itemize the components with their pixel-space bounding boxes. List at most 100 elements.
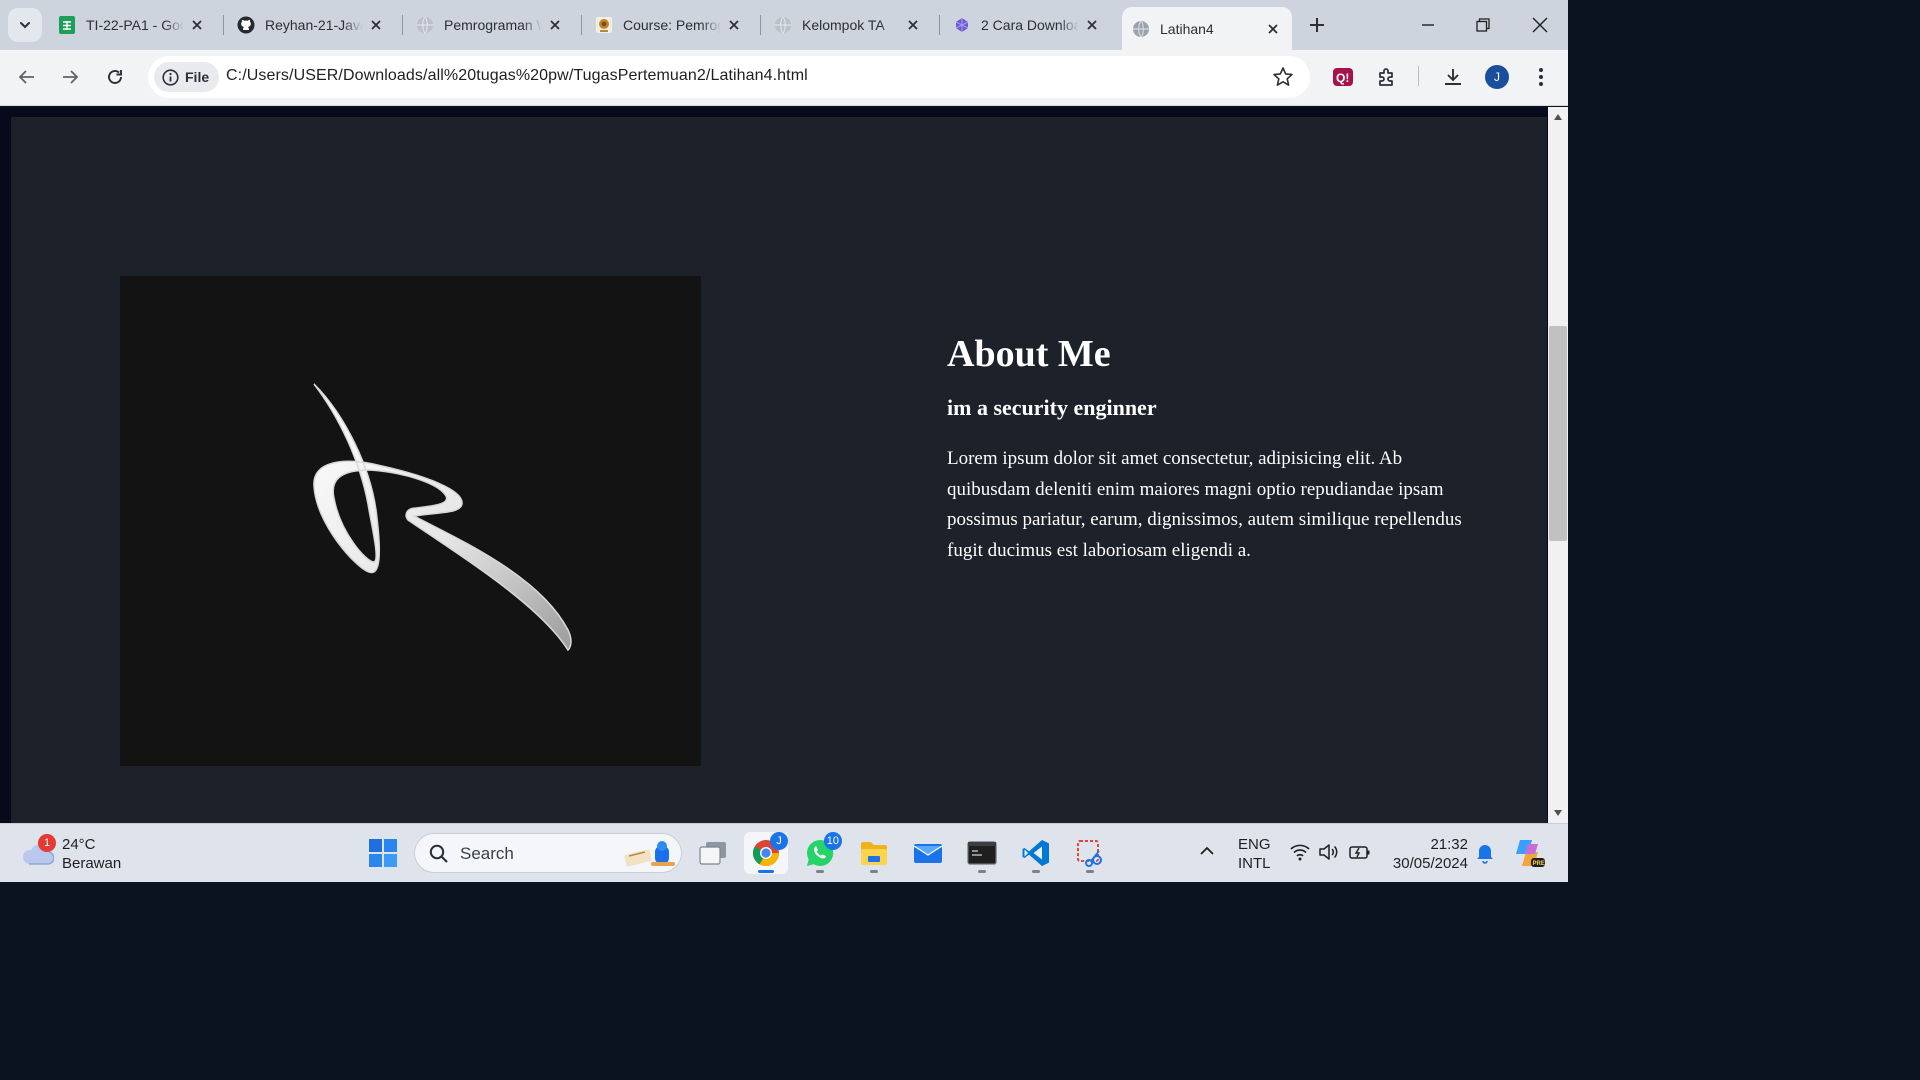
running-indicator <box>978 870 986 873</box>
tab-separator <box>939 15 940 35</box>
search-highlight-icon <box>624 841 675 867</box>
extensions-puzzle-icon[interactable] <box>1374 64 1400 90</box>
close-icon[interactable] <box>188 16 206 34</box>
taskbar-snipping-tool[interactable] <box>1068 832 1112 874</box>
weather-widget[interactable]: 1 24°C Berawan <box>20 834 140 874</box>
tab-pemrograman[interactable]: Pemrograman Web <box>406 7 574 43</box>
profile-image <box>120 276 701 766</box>
taskbar-terminal[interactable] <box>960 832 1004 874</box>
close-icon[interactable] <box>1264 20 1282 38</box>
whatsapp-unread-badge: 10 <box>823 832 842 850</box>
close-icon[interactable] <box>725 16 743 34</box>
browser-toolbar: File C:/Users/USER/Downloads/all%20tugas… <box>0 50 1568 106</box>
scroll-up-arrow-icon[interactable] <box>1553 113 1563 121</box>
svg-text:Q!: Q! <box>1336 71 1349 85</box>
notification-bell-icon[interactable] <box>1475 842 1495 864</box>
taskbar-whatsapp[interactable]: 10 <box>798 832 842 874</box>
address-bar[interactable]: File C:/Users/USER/Downloads/all%20tugas… <box>148 56 1310 98</box>
about-title: About Me <box>947 333 1111 375</box>
new-tab-button[interactable] <box>1304 12 1330 38</box>
tab-github[interactable]: Reyhan-21-Java <box>227 7 395 43</box>
url-text[interactable]: C:/Users/USER/Downloads/all%20tugas%20pw… <box>226 67 808 85</box>
back-button[interactable] <box>12 62 42 92</box>
tab-kelompok[interactable]: Kelompok TA <box>764 7 932 43</box>
tab-sheets[interactable]: TI-22-PA1 - Google Sheets <box>48 7 216 43</box>
chevron-up-icon[interactable] <box>1198 844 1216 858</box>
sheets-icon <box>58 16 76 34</box>
restore-button[interactable] <box>1468 10 1498 40</box>
taskbar-mail[interactable] <box>906 832 950 874</box>
volume-icon[interactable] <box>1318 843 1340 861</box>
browser-menu-button[interactable] <box>1528 64 1554 90</box>
university-icon <box>595 16 613 34</box>
close-icon[interactable] <box>1083 16 1101 34</box>
minimize-button[interactable] <box>1413 10 1443 40</box>
bookmark-star-icon[interactable] <box>1272 66 1294 88</box>
globe-icon <box>416 16 434 34</box>
scroll-down-arrow-icon[interactable] <box>1553 809 1563 817</box>
site-info-chip[interactable]: File <box>154 62 220 92</box>
close-window-button[interactable] <box>1525 10 1555 40</box>
close-icon[interactable] <box>367 16 385 34</box>
tab-separator <box>402 15 403 35</box>
avatar: J <box>1485 65 1509 89</box>
wifi-icon[interactable] <box>1290 843 1310 861</box>
task-view-icon <box>699 842 726 865</box>
about-section: About Me im a security enginner Lorem ip… <box>11 117 1547 823</box>
running-indicator <box>1032 870 1040 873</box>
download-icon[interactable] <box>1440 64 1466 90</box>
tab-separator <box>760 15 761 35</box>
taskbar-file-explorer[interactable] <box>852 832 896 874</box>
profile-avatar[interactable]: J <box>1484 64 1510 90</box>
taskbar-search[interactable]: Search <box>414 833 682 873</box>
running-indicator <box>816 870 824 873</box>
keyboard-layout: INTL <box>1238 855 1271 872</box>
language-code: ENG <box>1238 836 1271 853</box>
clock-date: 30/05/2024 <box>1392 855 1468 872</box>
tab-title: Kelompok TA <box>802 17 885 33</box>
extension-quillbot-icon[interactable]: Q! <box>1330 64 1356 90</box>
vertical-scrollbar[interactable] <box>1548 107 1568 823</box>
reload-icon <box>108 70 122 84</box>
toolbar-divider <box>1418 66 1419 86</box>
taskbar-vscode[interactable] <box>1014 832 1058 874</box>
vscode-icon <box>1022 840 1049 866</box>
site-icon <box>953 16 971 34</box>
copilot-icon[interactable]: PRE <box>1512 836 1546 870</box>
active-indicator <box>758 870 774 873</box>
tab-search-button[interactable] <box>8 8 42 42</box>
signature-logo <box>313 383 572 652</box>
windows-taskbar: 1 24°C Berawan Search J 10 ENG INTL 21:3… <box>0 823 1568 882</box>
tab-cara-download[interactable]: 2 Cara Download <box>943 7 1111 43</box>
tab-latihan4[interactable]: Latihan4 <box>1122 7 1292 50</box>
scrollbar-thumb[interactable] <box>1549 326 1567 541</box>
tab-title: Pemrograman Web <box>444 17 542 33</box>
clock-time: 21:32 <box>1430 836 1468 853</box>
forward-button[interactable] <box>55 62 85 92</box>
info-icon <box>162 68 179 86</box>
task-view-button[interactable] <box>691 832 735 874</box>
tab-course[interactable]: Course: Pemrograman Web <box>585 7 753 43</box>
restore-icon <box>1476 18 1490 32</box>
running-indicator <box>1086 870 1094 873</box>
start-button[interactable] <box>361 832 405 874</box>
reload-button[interactable] <box>100 62 130 92</box>
input-language-indicator[interactable]: ENG INTL <box>1238 835 1271 873</box>
tab-separator <box>223 15 224 35</box>
minimize-icon <box>1422 24 1434 26</box>
system-clock[interactable]: 21:32 30/05/2024 <box>1386 835 1468 873</box>
tab-title: 2 Cara Download <box>981 17 1079 33</box>
close-icon[interactable] <box>904 16 922 34</box>
mail-icon <box>913 844 943 863</box>
taskbar-chrome[interactable]: J <box>744 832 788 874</box>
battery-icon[interactable] <box>1348 843 1372 861</box>
arrow-right-icon <box>63 70 79 84</box>
search-label: Search <box>460 844 514 863</box>
tab-title: Course: Pemrograman Web <box>623 17 721 33</box>
close-icon <box>1532 17 1548 33</box>
close-icon[interactable] <box>546 16 564 34</box>
about-paragraph: Lorem ipsum dolor sit amet consectetur, … <box>947 448 1462 561</box>
github-icon <box>237 16 255 34</box>
chip-label: File <box>185 69 210 85</box>
svg-text:PRE: PRE <box>1533 861 1545 867</box>
